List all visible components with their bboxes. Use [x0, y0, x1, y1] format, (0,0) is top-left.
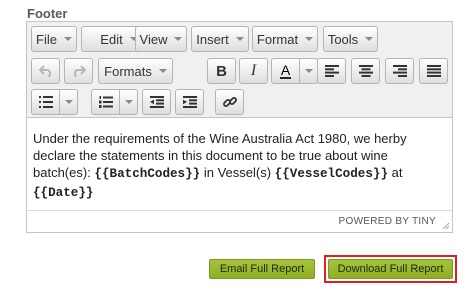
align-justify-icon [426, 65, 441, 77]
menu-view-label: View [139, 31, 168, 47]
date-placeholder: {{Date}} [33, 186, 94, 200]
font-color-button[interactable]: A [271, 58, 300, 84]
batch-codes-placeholder: {{BatchCodes}} [94, 167, 201, 181]
menu-tools[interactable]: Tools [323, 26, 378, 52]
powered-by-link[interactable]: POWERED BY TINY [339, 216, 436, 227]
menu-insert[interactable]: Insert [191, 26, 249, 52]
italic-icon: I [250, 62, 257, 79]
undo-button[interactable] [31, 58, 60, 84]
bold-button[interactable]: B [207, 58, 236, 84]
numbered-list-button[interactable] [91, 89, 120, 115]
outdent-icon [149, 96, 164, 108]
align-left-button[interactable] [317, 58, 346, 84]
menu-format-label: Format [256, 31, 299, 47]
rich-text-editor: File Edit View Insert Format Tools Forma… [26, 21, 453, 233]
menu-view[interactable]: View [135, 26, 187, 52]
align-center-icon [358, 65, 373, 77]
email-full-report-button[interactable]: Email Full Report [209, 259, 315, 279]
menu-tools-label: Tools [327, 31, 359, 47]
menu-insert-label: Insert [196, 31, 229, 47]
resize-handle-icon[interactable] [442, 222, 450, 230]
bullet-list-dropdown[interactable] [60, 89, 78, 115]
font-color-icon: A [279, 61, 292, 79]
chevron-down-icon [235, 37, 244, 41]
chevron-down-icon [63, 37, 72, 41]
menu-file[interactable]: File [31, 26, 77, 52]
numbered-list-split-button[interactable] [91, 89, 138, 115]
align-right-button[interactable] [385, 58, 414, 84]
content-text: in Vessel(s) [200, 165, 275, 180]
link-icon [222, 97, 237, 107]
chevron-down-icon [124, 100, 133, 104]
indent-icon [182, 96, 197, 108]
chevron-down-icon [174, 37, 183, 41]
editor-content[interactable]: Under the requirements of the Wine Austr… [33, 130, 445, 202]
footer-label: Footer [27, 6, 68, 21]
font-color-dropdown[interactable] [300, 58, 318, 84]
chevron-down-icon [64, 100, 73, 104]
bullet-list-button[interactable] [31, 89, 60, 115]
bullet-list-icon [38, 96, 53, 108]
align-center-button[interactable] [351, 58, 380, 84]
vessel-codes-placeholder: {{VesselCodes}} [274, 167, 389, 181]
undo-icon [38, 65, 51, 77]
link-button[interactable] [215, 89, 244, 115]
bullet-list-split-button[interactable] [31, 89, 78, 115]
indent-button[interactable] [175, 89, 204, 115]
align-right-icon [392, 65, 407, 77]
chevron-down-icon [158, 69, 167, 73]
chevron-down-icon [365, 37, 374, 41]
chevron-down-icon [305, 37, 314, 41]
redo-icon [73, 65, 86, 77]
download-full-report-button[interactable]: Download Full Report [328, 259, 453, 279]
chevron-down-icon [304, 69, 313, 73]
numbered-list-icon [98, 96, 113, 108]
align-justify-button[interactable] [419, 58, 448, 84]
redo-button[interactable] [64, 58, 93, 84]
formats-dropdown[interactable]: Formats [98, 58, 173, 84]
font-color-split-button[interactable]: A [271, 58, 318, 84]
align-left-icon [324, 65, 339, 77]
italic-button[interactable]: I [239, 58, 268, 84]
formats-label: Formats [104, 63, 152, 79]
bold-icon: B [216, 62, 227, 80]
content-text: at [388, 165, 403, 180]
numbered-list-dropdown[interactable] [120, 89, 138, 115]
menu-edit-label: Edit [100, 31, 123, 47]
menu-format[interactable]: Format [252, 26, 318, 52]
outdent-button[interactable] [142, 89, 171, 115]
editor-toolbar: File Edit View Insert Format Tools Forma… [27, 22, 452, 118]
editor-statusbar: POWERED BY TINY [27, 210, 452, 232]
menu-file-label: File [36, 31, 57, 47]
